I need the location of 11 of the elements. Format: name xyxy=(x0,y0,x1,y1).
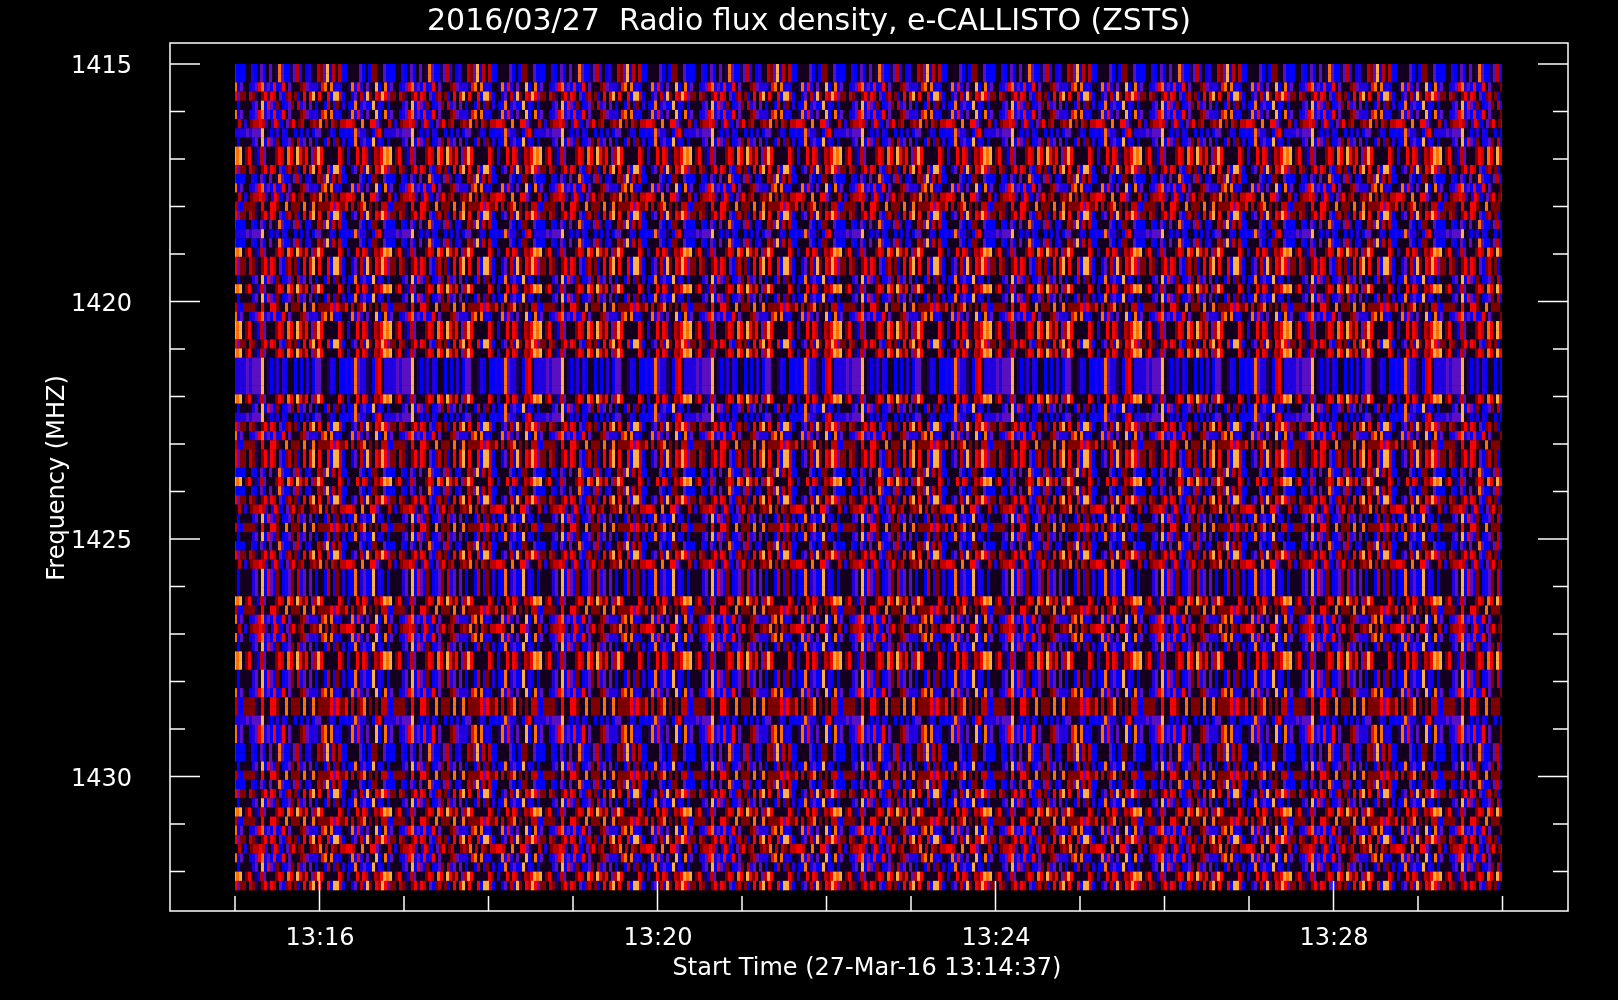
x-tick-label: 13:16 xyxy=(285,923,355,951)
chart-title: 2016/03/27 Radio flux density, e-CALLISTO (ZSTS) xyxy=(427,2,1191,37)
x-tick-label: 13:28 xyxy=(1299,923,1369,951)
x-axis-label: Start Time (27-Mar-16 13:14:37) xyxy=(672,953,1062,981)
y-tick-label: 1425 xyxy=(70,526,132,554)
y-tick-label: 1420 xyxy=(70,288,132,317)
x-tick-label: 13:24 xyxy=(961,923,1031,951)
y-tick-label: 1415 xyxy=(70,51,132,79)
y-tick-label: 1430 xyxy=(70,763,132,792)
y-axis-label: Frequency (MHZ) xyxy=(42,375,70,581)
x-tick-label: 13:20 xyxy=(623,923,693,951)
